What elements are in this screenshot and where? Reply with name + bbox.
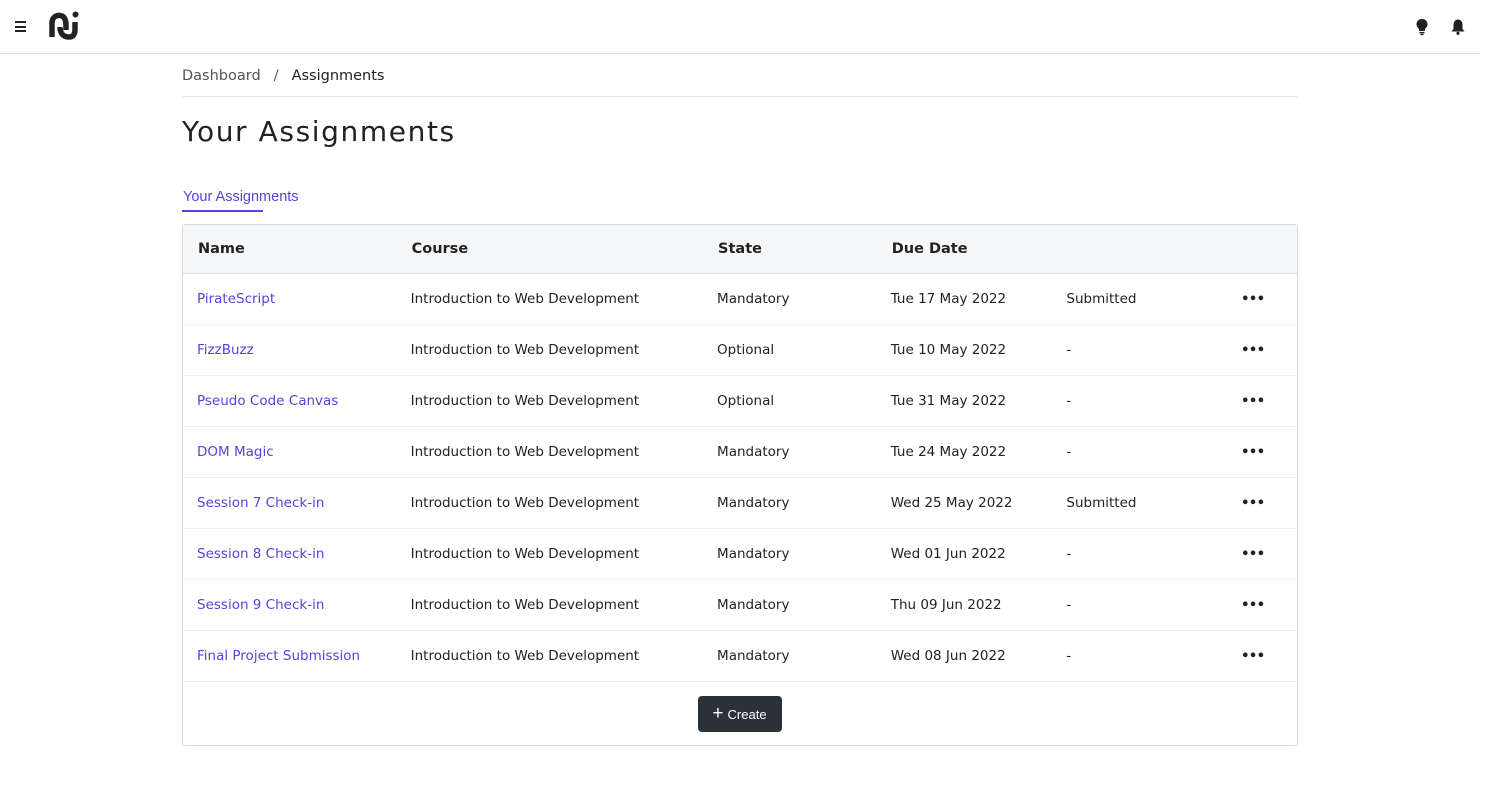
- main-content: Dashboard / Assignments Your Assignments…: [182, 54, 1298, 746]
- top-bar: [0, 0, 1480, 54]
- due-date-cell: Tue 31 May 2022: [890, 393, 1007, 409]
- create-button[interactable]: + Create: [697, 696, 782, 732]
- more-options-icon[interactable]: •••: [1241, 649, 1265, 664]
- breadcrumb-separator: /: [273, 67, 279, 84]
- course-cell: Introduction to Web Development: [410, 342, 640, 358]
- state-cell: Mandatory: [717, 546, 790, 562]
- assignment-name-link[interactable]: FizzBuzz: [197, 342, 254, 358]
- table-row: FizzBuzz Introduction to Web Development O…: [183, 325, 1297, 376]
- app-logo-icon[interactable]: [49, 10, 81, 42]
- submission-status-cell: -: [1066, 393, 1072, 409]
- bell-icon[interactable]: [1450, 18, 1466, 36]
- submission-status-cell: -: [1066, 342, 1072, 358]
- course-cell: Introduction to Web Development: [410, 648, 640, 664]
- submission-status-cell: Submitted: [1066, 495, 1137, 511]
- submission-status-cell: -: [1066, 648, 1072, 664]
- state-cell: Mandatory: [717, 444, 790, 460]
- submission-status-cell: -: [1066, 546, 1072, 562]
- course-cell: Introduction to Web Development: [410, 495, 640, 511]
- state-cell: Optional: [717, 393, 775, 409]
- table-row: Session 8 Check-in Introduction to Web De…: [183, 529, 1297, 580]
- due-date-cell: Wed 25 May 2022: [890, 495, 1013, 511]
- table-body: PirateScript Introduction to Web Developm…: [183, 274, 1297, 682]
- more-options-icon[interactable]: •••: [1241, 547, 1265, 562]
- submission-status-cell: -: [1066, 597, 1072, 613]
- more-options-icon[interactable]: •••: [1241, 496, 1265, 511]
- breadcrumb: Dashboard / Assignments: [182, 54, 1298, 97]
- assignment-name-link[interactable]: Final Project Submission: [197, 648, 360, 664]
- course-cell: Introduction to Web Development: [410, 291, 640, 307]
- more-options-icon[interactable]: •••: [1241, 598, 1265, 613]
- more-options-icon[interactable]: •••: [1241, 445, 1265, 460]
- state-cell: Mandatory: [717, 648, 790, 664]
- table-footer: + Create: [183, 682, 1297, 745]
- tab-your-assignments[interactable]: Your Assignments: [182, 189, 299, 212]
- due-date-cell: Tue 17 May 2022: [890, 291, 1007, 307]
- state-cell: Mandatory: [717, 291, 790, 307]
- table-row: Final Project Submission Introduction to …: [183, 631, 1297, 682]
- assignment-name-link[interactable]: Pseudo Code Canvas: [197, 393, 338, 409]
- table-header: Name Course State Due Date: [183, 225, 1297, 274]
- submission-status-cell: -: [1066, 444, 1072, 460]
- more-options-icon[interactable]: •••: [1241, 394, 1265, 409]
- assignment-name-link[interactable]: PirateScript: [197, 291, 275, 307]
- create-button-label: Create: [727, 706, 767, 722]
- column-header-name: Name: [198, 241, 245, 257]
- state-cell: Optional: [717, 342, 775, 358]
- column-header-course: Course: [411, 241, 469, 257]
- lightbulb-icon[interactable]: [1414, 18, 1430, 36]
- column-header-due-date: Due Date: [891, 241, 968, 257]
- due-date-cell: Wed 08 Jun 2022: [890, 648, 1006, 664]
- breadcrumb-dashboard-link[interactable]: Dashboard: [182, 68, 261, 84]
- due-date-cell: Thu 09 Jun 2022: [890, 597, 1002, 613]
- column-header-state: State: [718, 241, 762, 257]
- assignment-name-link[interactable]: DOM Magic: [197, 444, 274, 460]
- table-row: Session 7 Check-in Introduction to Web De…: [183, 478, 1297, 529]
- table-row: DOM Magic Introduction to Web Development…: [183, 427, 1297, 478]
- course-cell: Introduction to Web Development: [410, 597, 640, 613]
- more-options-icon[interactable]: •••: [1241, 343, 1265, 358]
- due-date-cell: Tue 10 May 2022: [890, 342, 1007, 358]
- more-options-icon[interactable]: •••: [1241, 292, 1265, 307]
- table-row: Pseudo Code Canvas Introduction to Web De…: [183, 376, 1297, 427]
- assignments-table: Name Course State Due Date PirateScript I…: [182, 224, 1298, 746]
- tab-bar: Your Assignments: [182, 186, 1298, 212]
- table-row: PirateScript Introduction to Web Developm…: [183, 274, 1297, 325]
- assignment-name-link[interactable]: Session 8 Check-in: [197, 546, 324, 562]
- state-cell: Mandatory: [717, 597, 790, 613]
- due-date-cell: Tue 24 May 2022: [890, 444, 1007, 460]
- submission-status-cell: Submitted: [1066, 291, 1137, 307]
- course-cell: Introduction to Web Development: [410, 393, 640, 409]
- table-row: Session 9 Check-in Introduction to Web De…: [183, 580, 1297, 631]
- page-title: Your Assignments: [182, 115, 456, 148]
- assignment-name-link[interactable]: Session 7 Check-in: [197, 495, 324, 511]
- breadcrumb-current: Assignments: [291, 67, 385, 84]
- state-cell: Mandatory: [717, 495, 790, 511]
- course-cell: Introduction to Web Development: [410, 444, 640, 460]
- hamburger-menu-icon[interactable]: [15, 21, 27, 32]
- due-date-cell: Wed 01 Jun 2022: [890, 546, 1006, 562]
- plus-icon: +: [712, 702, 724, 724]
- assignment-name-link[interactable]: Session 9 Check-in: [197, 597, 324, 613]
- course-cell: Introduction to Web Development: [410, 546, 640, 562]
